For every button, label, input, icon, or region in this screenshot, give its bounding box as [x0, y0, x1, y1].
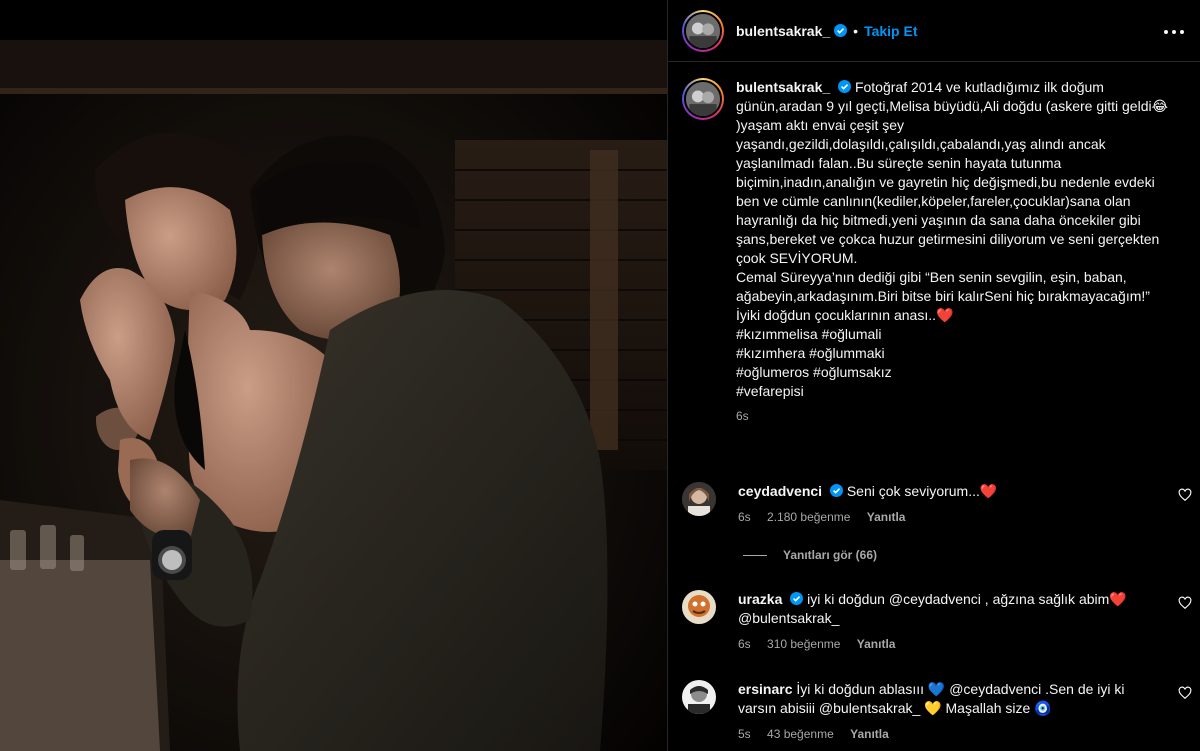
more-horizontal-icon[interactable] [1162, 19, 1186, 43]
header-separator: • [853, 22, 859, 39]
comment-body: ersinarc İyi ki doğdun ablasııı 💙 @ceyda… [738, 680, 1158, 744]
comment-username[interactable]: ceydadvenci [738, 483, 822, 499]
comment-username[interactable]: ersinarc [738, 681, 792, 697]
heart-icon[interactable] [1178, 596, 1192, 610]
comment-text: Seni çok seviyorum...❤️ [846, 483, 998, 499]
follow-button[interactable]: Takip Et [864, 23, 917, 39]
caption-username[interactable]: bulentsakrak_ [736, 79, 830, 95]
comment-avatar[interactable] [682, 590, 716, 624]
view-replies-line [743, 554, 767, 556]
post-sidebar: bulentsakrak_ • Takip Et bulentsakrak_ F… [667, 0, 1200, 751]
verified-badge-icon [829, 484, 843, 497]
caption-text: Fotoğraf 2014 ve kutladığımız ilk doğum … [736, 79, 1168, 399]
caption-avatar[interactable] [682, 78, 724, 120]
view-replies-label: Yanıtları gör (66) [783, 548, 878, 562]
commenter-avatar-image [682, 482, 716, 516]
post-header: bulentsakrak_ • Takip Et [668, 0, 1200, 62]
author-avatar[interactable] [682, 9, 724, 52]
comment-body: ceydadvenci Seni çok seviyorum...❤️ 6s 2… [738, 482, 1158, 527]
comment-meta: 6s 310 beğenme Yanıtla [738, 635, 1158, 654]
comment-item: ersinarc İyi ki doğdun ablasııı 💙 @ceyda… [682, 680, 1192, 744]
caption-avatar-image [686, 82, 720, 116]
comment-item: ceydadvenci Seni çok seviyorum...❤️ 6s 2… [682, 482, 1192, 527]
comment-avatar[interactable] [682, 680, 716, 714]
reply-button[interactable]: Yanıtla [867, 510, 906, 524]
comment-body: urazka iyi ki doğdun @ceydadvenci , ağzı… [738, 590, 1158, 654]
photo-image [0, 0, 667, 751]
comment-item: urazka iyi ki doğdun @ceydadvenci , ağzı… [682, 590, 1192, 654]
header-username[interactable]: bulentsakrak_ [736, 23, 830, 39]
verified-badge-icon [834, 24, 848, 37]
comment-time: 6s [738, 637, 751, 651]
author-avatar-image [686, 13, 720, 48]
view-replies-button[interactable]: Yanıtları gör (66) [743, 548, 877, 562]
comment-likes[interactable]: 310 beğenme [767, 637, 840, 651]
comment-likes[interactable]: 43 beğenme [767, 727, 834, 741]
post-caption: bulentsakrak_ Fotoğraf 2014 ve kutladığı… [668, 62, 1200, 426]
heart-icon[interactable] [1178, 686, 1192, 700]
commenter-avatar-image [682, 590, 716, 624]
comment-meta: 6s 2.180 beğenme Yanıtla [738, 508, 1158, 527]
caption-time: 6s [736, 409, 749, 423]
verified-badge-icon [838, 80, 852, 93]
comment-time: 6s [738, 510, 751, 524]
comment-text: İyi ki doğdun ablasııı 💙 @ceydadvenci .S… [738, 681, 1125, 716]
comment-meta: 5s 43 beğenme Yanıtla [738, 725, 1158, 744]
comment-username[interactable]: urazka [738, 591, 782, 607]
comment-avatar[interactable] [682, 482, 716, 516]
caption-body: bulentsakrak_ Fotoğraf 2014 ve kutladığı… [736, 78, 1176, 426]
reply-button[interactable]: Yanıtla [850, 727, 889, 741]
reply-button[interactable]: Yanıtla [857, 637, 896, 651]
heart-icon[interactable] [1178, 488, 1192, 502]
comment-likes[interactable]: 2.180 beğenme [767, 510, 850, 524]
verified-badge-icon [790, 592, 804, 605]
post-photo [0, 0, 667, 751]
comment-time: 5s [738, 727, 751, 741]
commenter-avatar-image [682, 680, 716, 714]
